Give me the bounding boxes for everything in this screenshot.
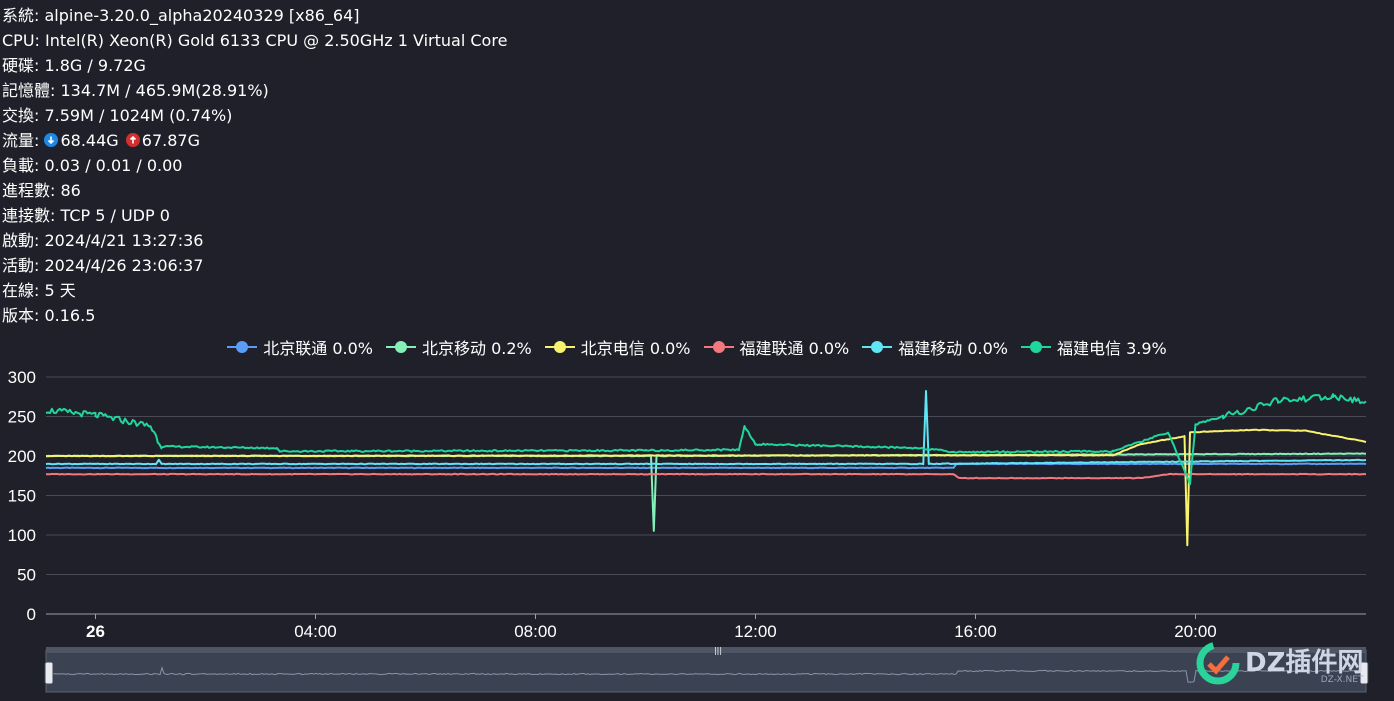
legend-label: 福建电信 3.9% <box>1057 339 1167 358</box>
legend-item[interactable]: 北京联通 0.0% <box>227 335 373 359</box>
info-row: 版本: 0.16.5 <box>2 303 507 328</box>
info-label: 交換: <box>2 106 45 125</box>
y-tick-label: 50 <box>17 566 36 585</box>
info-value: 7.59M / 1024M (0.74%) <box>44 106 233 125</box>
watermark-text: DZ插件网 <box>1245 647 1364 678</box>
legend-label: 福建联通 0.0% <box>739 339 850 358</box>
info-label: CPU: <box>2 31 46 50</box>
traffic-label: 流量: <box>2 131 45 150</box>
info-row: 在線: 5 天 <box>2 278 507 303</box>
info-label: 負載: <box>2 156 45 175</box>
dz-logo-icon <box>1196 641 1240 685</box>
info-row: 記憶體: 134.7M / 465.9M(28.91%) <box>2 78 507 103</box>
info-row: 負載: 0.03 / 0.01 / 0.00 <box>2 153 507 178</box>
x-tick-label: 12:00 <box>734 622 777 641</box>
latency-chart: 0 50 100 150 200 250 300 26 04:00 08:00 12:00 16:00… <box>8 368 1369 693</box>
traffic-upload-value: 67.87G <box>141 131 200 150</box>
zoom-handle-left-icon[interactable] <box>44 661 54 685</box>
x-tick-label: 04:00 <box>294 622 337 641</box>
y-tick-label: 300 <box>8 368 36 387</box>
info-label: 連接數: <box>2 206 61 225</box>
info-row: CPU: Intel(R) Xeon(R) Gold 6133 CPU @ 2.… <box>2 28 507 53</box>
info-label: 在線: <box>2 281 45 300</box>
y-tick-label: 200 <box>8 447 36 466</box>
series-line <box>45 472 1366 480</box>
info-value: 134.7M / 465.9M(28.91%) <box>60 81 269 100</box>
x-tick-label: 16:00 <box>954 622 997 641</box>
legend-label: 北京移动 0.2% <box>422 339 532 358</box>
legend-item[interactable]: 北京移动 0.2% <box>386 335 532 359</box>
series-line <box>45 390 1367 466</box>
info-row: 系統: alpine-3.20.0_alpha20240329 [x86_64] <box>2 3 507 28</box>
info-label: 系統: <box>2 6 45 25</box>
x-tick-label: 08:00 <box>514 622 557 641</box>
download-arrow-icon <box>44 133 59 147</box>
info-value: 0.03 / 0.01 / 0.00 <box>44 156 183 175</box>
info-value: 0.16.5 <box>44 306 96 325</box>
info-row: 連接數: TCP 5 / UDP 0 <box>2 203 507 228</box>
info-label: 活動: <box>2 256 45 275</box>
y-tick-label: 250 <box>8 408 36 427</box>
legend-item[interactable]: 福建联通 0.0% <box>703 335 850 359</box>
info-value: 1.8G / 9.72G <box>44 56 146 75</box>
x-tick-label: 26 <box>86 622 105 641</box>
legend-swatch-icon <box>862 341 893 353</box>
legend-swatch-icon <box>386 341 416 353</box>
watermark: DZ插件网 DZ-X.NET <box>1195 640 1363 686</box>
y-tick-label: 0 <box>27 605 36 624</box>
legend-item[interactable]: 福建电信 3.9% <box>1021 335 1167 359</box>
info-row: 硬碟: 1.8G / 9.72G <box>2 53 507 78</box>
info-label: 記憶體: <box>2 81 61 100</box>
upload-arrow-icon <box>125 133 140 147</box>
info-value: TCP 5 / UDP 0 <box>60 206 170 225</box>
legend-swatch-icon <box>227 341 258 353</box>
legend-label: 北京联通 0.0% <box>263 339 373 358</box>
info-label: 硬碟: <box>2 56 45 75</box>
info-value: Intel(R) Xeon(R) Gold 6133 CPU @ 2.50GHz… <box>45 31 508 50</box>
info-label: 啟動: <box>2 231 45 250</box>
y-tick-label: 100 <box>8 526 36 545</box>
legend-swatch-icon <box>544 341 575 353</box>
y-tick-label: 150 <box>8 487 36 506</box>
legend-label: 北京电信 0.0% <box>580 339 691 358</box>
info-row: 交換: 7.59M / 1024M (0.74%) <box>2 103 507 128</box>
info-label: 進程數: <box>2 181 61 200</box>
legend-label: 福建移动 0.0% <box>898 339 1008 358</box>
drag-grip-icon: ||| <box>714 646 722 655</box>
zoom-slider-bar <box>46 647 1366 653</box>
legend-swatch-icon <box>703 341 734 353</box>
traffic-download-value: 68.44G <box>60 131 119 150</box>
chart-legend: 北京联通 0.0% 北京移动 0.2% 北京电信 0.0% 福建联通 0.0% 福建移动… <box>0 335 1394 359</box>
info-value: 86 <box>60 181 81 200</box>
info-label: 版本: <box>2 306 45 325</box>
info-value: 2024/4/26 23:06:37 <box>44 256 204 275</box>
info-row: 活動: 2024/4/26 23:06:37 <box>2 253 507 278</box>
info-value: alpine-3.20.0_alpha20240329 [x86_64] <box>44 6 360 25</box>
traffic-row: 流量: 68.44G 67.87G <box>2 128 507 153</box>
system-info-panel: 系統: alpine-3.20.0_alpha20240329 [x86_64]… <box>2 3 507 328</box>
x-tick-label: 20:00 <box>1174 622 1217 641</box>
legend-swatch-icon <box>1021 341 1051 353</box>
legend-item[interactable]: 北京电信 0.0% <box>544 335 691 359</box>
info-value: 2024/4/21 13:27:36 <box>44 231 204 250</box>
info-row: 啟動: 2024/4/21 13:27:36 <box>2 228 507 253</box>
legend-item[interactable]: 福建移动 0.0% <box>862 335 1008 359</box>
info-value: 5 天 <box>44 281 76 300</box>
info-row: 進程數: 86 <box>2 178 507 203</box>
